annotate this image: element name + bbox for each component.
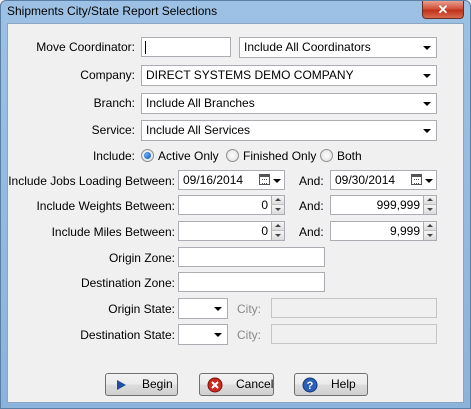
chevron-down-icon xyxy=(423,46,431,50)
help-icon: ? xyxy=(302,377,318,393)
miles-from-stepper[interactable]: 0 xyxy=(178,221,285,241)
play-icon xyxy=(117,380,126,390)
service-select[interactable]: Include All Services xyxy=(141,120,437,141)
company-select[interactable]: DIRECT SYSTEMS DEMO COMPANY xyxy=(141,65,437,86)
destination-state-select[interactable] xyxy=(178,324,228,345)
dialog-window: Shipments City/State Report Selections ✕… xyxy=(0,0,471,409)
spin-down-icon[interactable] xyxy=(423,205,436,214)
company-select-value: DIRECT SYSTEMS DEMO COMPANY xyxy=(146,68,354,82)
miles-to-stepper[interactable]: 9,999 xyxy=(330,221,437,241)
spin-up-icon[interactable] xyxy=(271,196,284,205)
spin-down-icon[interactable] xyxy=(271,205,284,214)
chevron-down-icon xyxy=(214,307,222,311)
jobs-loading-label: Include Jobs Loading Between: xyxy=(8,174,175,188)
destination-zone-label: Destination Zone: xyxy=(80,276,175,290)
spinner-buttons xyxy=(423,196,436,214)
weights-to-value: 999,999 xyxy=(376,198,420,212)
weights-to-stepper[interactable]: 999,999 xyxy=(330,195,437,215)
origin-city-input[interactable] xyxy=(271,298,437,318)
radio-finished-only-label[interactable]: Finished Only xyxy=(243,149,316,163)
form-panel: Move Coordinator: Include All Coordinato… xyxy=(7,23,464,403)
miles-to-value: 9,999 xyxy=(389,224,420,238)
chevron-down-icon xyxy=(423,74,431,78)
spinner-buttons xyxy=(423,222,436,240)
spin-up-icon[interactable] xyxy=(423,222,436,231)
calendar-icon[interactable] xyxy=(411,174,422,185)
spin-up-icon[interactable] xyxy=(423,196,436,205)
begin-button[interactable]: Begin xyxy=(105,373,178,396)
move-coordinator-label: Move Coordinator: xyxy=(36,40,135,54)
weights-from-stepper[interactable]: 0 xyxy=(178,195,285,215)
radio-both-label[interactable]: Both xyxy=(337,149,362,163)
branch-label: Branch: xyxy=(93,96,135,110)
spin-down-icon[interactable] xyxy=(271,231,284,240)
jobs-loading-to-date[interactable]: 09/30/2014 xyxy=(330,170,437,190)
chevron-down-icon xyxy=(214,333,222,337)
cancel-icon xyxy=(207,377,223,393)
include-label: Include: xyxy=(92,149,135,163)
miles-label: Include Miles Between: xyxy=(51,225,175,239)
origin-state-select[interactable] xyxy=(178,298,228,319)
origin-city-label: City: xyxy=(237,302,261,316)
window-title: Shipments City/State Report Selections xyxy=(7,4,218,18)
chevron-down-icon[interactable] xyxy=(425,179,433,183)
cancel-button[interactable]: Cancel xyxy=(199,373,274,396)
radio-finished-only[interactable] xyxy=(226,149,239,162)
close-button[interactable]: ✕ xyxy=(422,1,464,19)
coordinator-select[interactable]: Include All Coordinators xyxy=(239,37,437,58)
help-button-label: Help xyxy=(331,377,356,391)
move-coordinator-input[interactable] xyxy=(141,37,231,57)
radio-active-only[interactable] xyxy=(141,149,154,162)
service-select-value: Include All Services xyxy=(146,123,251,137)
jobs-loading-and-label: And: xyxy=(299,174,324,188)
spinner-buttons xyxy=(271,222,284,240)
cancel-button-label: Cancel xyxy=(236,377,274,391)
title-bar[interactable]: Shipments City/State Report Selections ✕ xyxy=(1,1,470,23)
origin-state-label: Origin State: xyxy=(108,302,175,316)
svg-text:?: ? xyxy=(307,380,314,392)
chevron-down-icon xyxy=(423,102,431,106)
weights-label: Include Weights Between: xyxy=(36,199,175,213)
close-icon: ✕ xyxy=(437,2,449,17)
service-label: Service: xyxy=(91,123,135,137)
origin-zone-input[interactable] xyxy=(178,247,325,267)
radio-both[interactable] xyxy=(320,149,333,162)
begin-button-label: Begin xyxy=(142,377,173,391)
spin-up-icon[interactable] xyxy=(271,222,284,231)
spinner-buttons xyxy=(271,196,284,214)
help-button[interactable]: ? Help xyxy=(294,373,368,396)
branch-select-value: Include All Branches xyxy=(146,96,255,110)
destination-city-input[interactable] xyxy=(271,324,437,344)
destination-state-label: Destination State: xyxy=(80,328,175,342)
miles-from-value: 0 xyxy=(261,224,268,238)
radio-active-only-label[interactable]: Active Only xyxy=(158,149,219,163)
branch-select[interactable]: Include All Branches xyxy=(141,93,437,114)
chevron-down-icon[interactable] xyxy=(273,179,281,183)
weights-from-value: 0 xyxy=(261,198,268,212)
weights-and-label: And: xyxy=(299,199,324,213)
jobs-loading-from-value: 09/16/2014 xyxy=(183,173,244,187)
miles-and-label: And: xyxy=(299,225,324,239)
jobs-loading-from-date[interactable]: 09/16/2014 xyxy=(178,170,285,190)
origin-zone-label: Origin Zone: xyxy=(108,251,175,265)
destination-zone-input[interactable] xyxy=(178,272,325,292)
destination-city-label: City: xyxy=(237,328,261,342)
text-caret xyxy=(145,41,146,54)
coordinator-select-value: Include All Coordinators xyxy=(244,40,371,54)
company-label: Company: xyxy=(80,68,135,82)
spin-down-icon[interactable] xyxy=(423,231,436,240)
calendar-icon[interactable] xyxy=(259,174,270,185)
jobs-loading-to-value: 09/30/2014 xyxy=(335,173,396,187)
chevron-down-icon xyxy=(423,129,431,133)
